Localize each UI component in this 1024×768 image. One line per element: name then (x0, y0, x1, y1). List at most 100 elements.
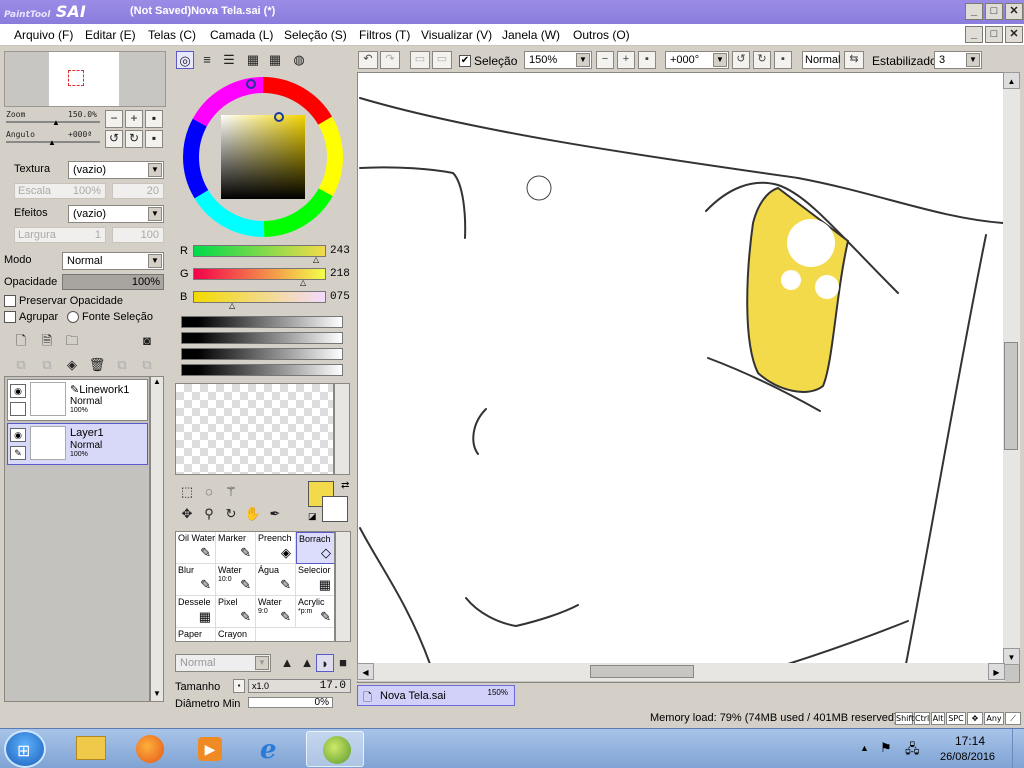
clock-date[interactable]: 26/08/2016 (940, 751, 995, 763)
color-wheel-tab-icon[interactable]: ◎ (176, 51, 194, 69)
navigator-preview[interactable] (4, 51, 166, 107)
rect-select-icon[interactable]: ⬚ (178, 483, 196, 501)
show-desktop-button[interactable] (1012, 729, 1024, 768)
g-slider-thumb[interactable]: △ (300, 278, 306, 287)
r-slider[interactable] (193, 245, 326, 257)
scroll-left-icon[interactable]: ◀ (357, 663, 374, 680)
menu-visualizar[interactable]: Visualizar (V) (421, 28, 492, 42)
min-diameter-slider[interactable]: 0% (248, 697, 333, 708)
brush-icon[interactable]: ✎ (10, 446, 26, 460)
horizontal-scroll-thumb[interactable] (590, 665, 694, 678)
doc-close-button[interactable]: ✕ (1005, 26, 1023, 43)
stabilizer-select[interactable]: 3 ▼ (934, 51, 982, 69)
rotate-left-button[interactable]: ↺ (105, 130, 123, 148)
trash-icon[interactable]: 🗑 (88, 356, 106, 374)
selection-checkbox[interactable]: ✔ (459, 55, 471, 67)
brush-shape-soft-icon[interactable]: ▲ (278, 654, 296, 672)
canvas-zoom-in-icon[interactable]: + (617, 51, 635, 69)
merge-down-icon[interactable]: ⧉ (113, 356, 131, 374)
menu-telas[interactable]: Telas (C) (148, 28, 196, 42)
layer-item[interactable]: ◉ ✎Linework1 Normal 100% (7, 379, 148, 421)
scratchpad[interactable] (175, 383, 334, 475)
taskbar-paint-tool-sai[interactable] (306, 731, 364, 767)
layer-mask-icon[interactable]: ◙ (138, 332, 156, 350)
rotate-right-button[interactable]: ↻ (125, 130, 143, 148)
undo-icon[interactable]: ↶ (358, 51, 378, 69)
canvas-zoom-out-icon[interactable]: − (596, 51, 614, 69)
canvas-rotate-reset-icon[interactable]: ▪ (774, 51, 792, 69)
drawing-canvas[interactable] (358, 73, 1004, 664)
view-mode-select[interactable]: Normal (802, 51, 840, 69)
brush-tool-11[interactable]: Acrylic *p:m ✎ (296, 596, 334, 628)
new-linework-layer-icon[interactable]: 🗎 (38, 332, 56, 350)
menu-editar[interactable]: Editar (E) (85, 28, 136, 42)
invert-select-icon[interactable]: ▭ (432, 51, 452, 69)
layer-scrollbar[interactable]: ▲ ▼ (150, 376, 164, 702)
doc-minimize-button[interactable]: _ (965, 26, 983, 43)
texture-select[interactable]: (vazio) ▼ (68, 161, 164, 179)
scroll-right-icon[interactable]: ▶ (988, 663, 1005, 680)
canvas-horizontal-scrollbar[interactable]: ◀ ▶ (357, 663, 1005, 681)
size-slider[interactable]: x1.0 17.0 (248, 679, 351, 693)
magic-wand-icon[interactable]: ⚚ (222, 483, 240, 501)
brush-tool-8[interactable]: Dessele ▦ (176, 596, 216, 628)
gradient-bar-1[interactable] (181, 316, 343, 328)
canvas-area[interactable] (357, 72, 1020, 683)
brush-tool-10[interactable]: Water 9:0 ✎ (256, 596, 296, 628)
eyedropper-icon[interactable]: ✒ (266, 505, 284, 523)
brush-tool-2[interactable]: Preench ◈ (256, 532, 296, 564)
flip-icon[interactable]: ⇆ (844, 51, 864, 69)
menu-filtros[interactable]: Filtros (T) (359, 28, 410, 42)
clear-layer-icon[interactable]: ◈ (63, 356, 81, 374)
merge-visible-icon[interactable]: ⧉ (138, 356, 156, 374)
menu-outros[interactable]: Outros (O) (573, 28, 630, 42)
rotate-icon[interactable]: ↻ (222, 505, 240, 523)
merge-layer-icon[interactable]: ⧉ (38, 356, 56, 374)
brush-tool-7[interactable]: Selecior ▦ (296, 564, 334, 596)
scratchpad-tab-icon[interactable]: ▦ (266, 51, 284, 69)
new-folder-icon[interactable]: 🗀 (63, 332, 81, 350)
brush-shape-hard-icon[interactable]: ◗ (316, 654, 334, 672)
canvas-vertical-scrollbar[interactable]: ▲ ▼ (1003, 72, 1020, 665)
brush-tool-0[interactable]: Oil Water ✎ (176, 532, 216, 564)
opacity-slider[interactable]: 100% (62, 274, 164, 290)
visibility-eye-icon[interactable]: ◉ (10, 428, 26, 442)
preserve-opacity-checkbox[interactable] (4, 295, 16, 307)
zoom-out-button[interactable]: − (105, 110, 123, 128)
brush-tool-13[interactable]: Crayon (216, 628, 256, 641)
lasso-icon[interactable]: ◌ (200, 483, 218, 501)
minimize-button[interactable]: _ (965, 3, 983, 20)
gradient-bar-4[interactable] (181, 364, 343, 376)
zoom-select[interactable]: 150% ▼ (524, 51, 592, 69)
close-button[interactable]: ✕ (1005, 3, 1023, 20)
vertical-scroll-thumb[interactable] (1004, 342, 1018, 450)
flag-icon[interactable]: ⚑ (880, 740, 892, 756)
r-slider-thumb[interactable]: △ (313, 255, 319, 264)
brush-shape-medium-icon[interactable]: ▲ (298, 654, 316, 672)
zoom-icon[interactable]: ⚲ (200, 505, 218, 523)
scroll-down-icon[interactable]: ▼ (151, 689, 163, 701)
brush-grid-scrollbar[interactable] (335, 531, 351, 642)
scroll-up-icon[interactable]: ▲ (1003, 72, 1020, 89)
brush-tool-3[interactable]: Borrach ◇ (296, 532, 334, 564)
taskbar-firefox[interactable] (122, 731, 180, 767)
maximize-button[interactable]: □ (985, 3, 1003, 20)
secondary-color-swatch[interactable] (322, 496, 348, 522)
taskbar-explorer[interactable] (62, 731, 120, 767)
swatches-tab-icon[interactable]: ▦ (244, 51, 262, 69)
deselect-icon[interactable]: ▭ (410, 51, 430, 69)
document-tab[interactable]: 🗋 Nova Tela.sai 150% (357, 685, 515, 706)
zoom-slider-thumb[interactable]: ▲ (52, 118, 60, 127)
copy-layer-icon[interactable]: ⧉ (12, 356, 30, 374)
brush-tool-12[interactable]: Paper (176, 628, 216, 641)
swap-colors-icon[interactable]: ⇄ (341, 480, 349, 491)
zoom-in-button[interactable]: + (125, 110, 143, 128)
doc-maximize-button[interactable]: □ (985, 26, 1003, 43)
hsv-sliders-tab-icon[interactable]: ☰ (220, 51, 238, 69)
taskbar-ie[interactable]: e (244, 731, 302, 767)
menu-janela[interactable]: Janela (W) (502, 28, 560, 42)
tray-expand-icon[interactable]: ▲ (860, 743, 869, 753)
menu-arquivo[interactable]: Arquivo (F) (14, 28, 73, 42)
brush-tool-9[interactable]: Pixel ✎ (216, 596, 256, 628)
navigator-view-rect[interactable] (68, 70, 84, 86)
